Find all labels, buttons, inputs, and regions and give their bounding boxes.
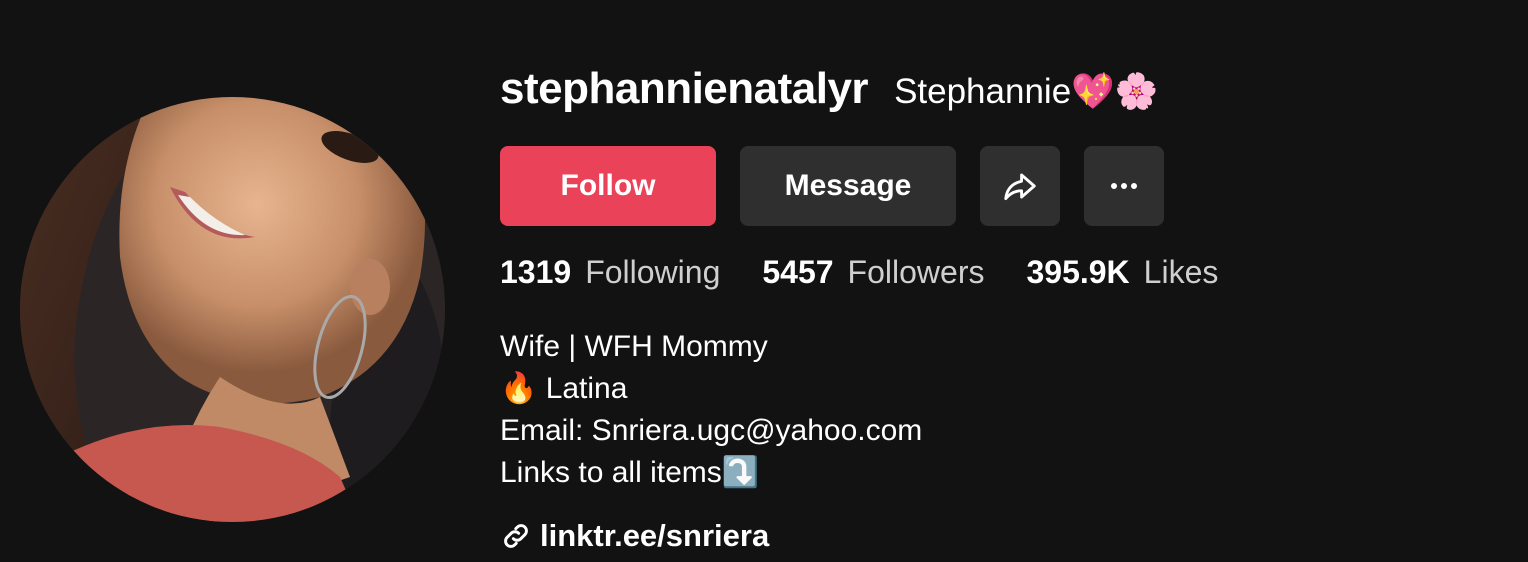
share-icon — [1004, 173, 1036, 201]
bio-line: Wife | WFH Mommy — [500, 330, 768, 363]
message-button[interactable]: Message — [740, 146, 956, 226]
more-button[interactable] — [1084, 146, 1164, 226]
followers-count: 5457 — [762, 254, 834, 290]
likes-label: Likes — [1143, 254, 1219, 290]
stat-followers[interactable]: 5457 Followers — [762, 254, 984, 291]
action-buttons: Follow Message — [500, 146, 1188, 226]
stat-following[interactable]: 1319 Following — [500, 254, 720, 291]
bio-line: Links to all items⤵️ — [500, 456, 760, 489]
followers-label: Followers — [847, 254, 985, 290]
link-icon — [500, 520, 532, 552]
name-row: stephannienatalyr Stephannie💖🌸 — [500, 64, 1508, 126]
profile-info: stephannienatalyr Stephannie💖🌸 Follow Me… — [500, 64, 1508, 553]
likes-count: 395.9K — [1026, 254, 1130, 290]
stat-likes: 395.9K Likes — [1026, 254, 1218, 291]
display-name: Stephannie💖🌸 — [894, 72, 1159, 111]
profile-stats: 1319 Following 5457 Followers 395.9K Lik… — [500, 254, 1260, 291]
bio-line: 🔥 Latina — [500, 372, 628, 405]
share-button[interactable] — [980, 146, 1060, 226]
follow-button[interactable]: Follow — [500, 146, 716, 226]
username: stephannienatalyr — [500, 64, 869, 113]
bio-line: Email: Snriera.ugc@yahoo.com — [500, 414, 923, 447]
more-icon — [1111, 183, 1137, 189]
profile-photo — [20, 97, 445, 522]
bio: Wife | WFH Mommy 🔥 Latina Email: Snriera… — [500, 326, 922, 494]
bio-link[interactable]: linktr.ee/snriera — [500, 518, 769, 554]
following-count: 1319 — [500, 254, 572, 290]
avatar[interactable] — [20, 97, 445, 522]
following-label: Following — [585, 254, 721, 290]
link-text: linktr.ee/snriera — [540, 518, 770, 553]
